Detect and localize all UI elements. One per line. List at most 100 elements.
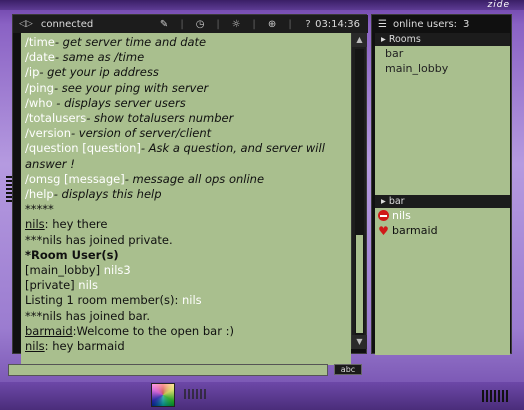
- side-grip-icon[interactable]: [6, 176, 12, 202]
- chat-line: /date- same as /time: [25, 50, 347, 65]
- current-room-header[interactable]: ▸ bar: [375, 195, 510, 208]
- online-users-header: ☰ online users: 3: [372, 15, 513, 33]
- connection-status: connected: [40, 18, 94, 30]
- message-input[interactable]: [8, 364, 328, 376]
- chat-line: *Room User(s): [25, 248, 347, 263]
- title-bar[interactable]: [0, 0, 524, 10]
- username-link[interactable]: nils: [25, 339, 45, 353]
- chat-line: ***nils has joined bar.: [25, 309, 347, 324]
- users-panel: ☰ online users: 3 ▸ Rooms bar main_lobby…: [371, 14, 513, 355]
- chat-log: /time- get server time and date/date- sa…: [21, 33, 351, 365]
- scroll-thumb[interactable]: [356, 235, 363, 333]
- room-members-list: ▸ bar nils ♥ barmaid: [375, 195, 510, 355]
- connection-plug-icon: ◁▷: [19, 19, 33, 29]
- grip-handle-icon[interactable]: [184, 389, 208, 399]
- chat-line: /time- get server time and date: [25, 35, 347, 50]
- status-bar: ◁▷ connected ✎ | ◷ | ☼ | ⊕ | ? 03:14:36: [13, 15, 368, 33]
- username-link[interactable]: nils: [25, 217, 45, 231]
- message-text: - displays server users: [52, 95, 186, 110]
- chat-line: /help- displays this help: [25, 187, 347, 202]
- message-text: [private]: [25, 278, 79, 293]
- online-users-count: 3: [463, 18, 470, 30]
- scroll-track[interactable]: [355, 49, 364, 335]
- message-text: *Room: [25, 247, 68, 262]
- chat-line: /ip- get your ip address: [25, 65, 347, 80]
- message-text: : hey barmaid: [44, 339, 125, 354]
- current-room-name: bar: [388, 196, 405, 207]
- command-text: /version: [25, 126, 71, 141]
- chat-line: /ping- see your ping with server: [25, 81, 347, 96]
- settings-icon[interactable]: ☼: [229, 19, 243, 30]
- message-text: nils: [78, 278, 98, 293]
- message-text: : hey there: [44, 217, 108, 232]
- chat-line: Listing 1 room member(s): nils: [25, 293, 347, 308]
- message-text: - get server time and date: [54, 35, 207, 49]
- room-item[interactable]: main_lobby: [375, 61, 510, 76]
- scroll-up-icon[interactable]: ▲: [352, 33, 367, 47]
- chat-line: nils: hey barmaid: [25, 339, 347, 354]
- message-text: *****: [25, 202, 54, 217]
- color-palette-button[interactable]: [151, 383, 175, 407]
- chat-line: barmaid:Welcome to the open bar :): [25, 324, 347, 339]
- clock-readout: 03:14:36: [315, 18, 360, 30]
- chat-line: [main_lobby] nils3: [25, 263, 347, 278]
- message-text: :Welcome to the open bar :): [72, 323, 234, 338]
- rooms-header[interactable]: ▸ Rooms: [375, 33, 510, 46]
- command-text: /ping: [25, 80, 54, 95]
- message-text: - same as /time: [54, 50, 145, 65]
- command-text: /help: [25, 187, 54, 202]
- username-link[interactable]: barmaid: [25, 324, 73, 338]
- rooms-title: Rooms: [388, 34, 421, 45]
- scroll-down-icon[interactable]: ▼: [352, 335, 367, 349]
- expand-triangle-icon: ▸: [381, 34, 386, 45]
- message-text: - version of server/client: [71, 126, 212, 141]
- message-text: - message all ops online: [124, 171, 265, 186]
- message-text: - show totalusers number: [86, 111, 234, 126]
- message-text: Listing 1 room member(s):: [25, 293, 182, 308]
- member-item[interactable]: ♥ barmaid: [375, 223, 510, 238]
- divider: |: [216, 18, 220, 30]
- divider: |: [288, 18, 292, 30]
- chat-line: [private] nils: [25, 278, 347, 293]
- member-item[interactable]: nils: [375, 208, 510, 223]
- message-text: User(s): [67, 247, 119, 262]
- room-item[interactable]: bar: [375, 46, 510, 61]
- chat-line: /omsg [message]- message all ops online: [25, 172, 347, 187]
- message-text: nils: [182, 293, 202, 308]
- abc-button[interactable]: abc: [334, 364, 362, 375]
- chat-line: *****: [25, 202, 347, 217]
- resize-grip-icon[interactable]: [482, 390, 510, 402]
- message-text: - displays this help: [53, 187, 162, 202]
- users-icon: ☰: [378, 18, 387, 30]
- chat-line: nils: hey there: [25, 217, 347, 232]
- command-text: /totalusers: [25, 111, 87, 126]
- command-text: /who: [25, 95, 53, 110]
- member-name: barmaid: [392, 224, 438, 237]
- divider: |: [252, 18, 256, 30]
- clock-icon[interactable]: ◷: [193, 19, 207, 30]
- chat-scrollbar[interactable]: ▲ ▼: [351, 33, 367, 349]
- help-icon[interactable]: ?: [301, 19, 315, 30]
- chat-line: ***nils has joined private.: [25, 233, 347, 248]
- chat-line: /question [question]- Ask a question, an…: [25, 141, 347, 171]
- message-text: [main_lobby]: [25, 263, 104, 278]
- bottom-bar: [0, 382, 524, 410]
- command-text: /question [question]: [25, 141, 141, 156]
- toolbar: ✎ | ◷ | ☼ | ⊕ | ?: [157, 19, 315, 30]
- divider: |: [180, 18, 184, 30]
- online-users-label: online users:: [392, 18, 458, 30]
- expand-triangle-icon: ▸: [381, 196, 386, 207]
- message-text: - get your ip address: [39, 65, 159, 80]
- message-text: ***nils has joined private.: [25, 232, 173, 247]
- command-text: /omsg [message]: [25, 171, 125, 186]
- chat-line: /version- version of server/client: [25, 126, 347, 141]
- app-brand: zide: [487, 0, 510, 10]
- brush-icon[interactable]: ✎: [157, 19, 171, 30]
- chat-line: /who - displays server users: [25, 96, 347, 111]
- target-icon[interactable]: ⊕: [265, 19, 279, 30]
- chat-line: /totalusers- show totalusers number: [25, 111, 347, 126]
- message-text: nils3: [103, 263, 131, 278]
- command-text: /time: [25, 35, 55, 49]
- member-name: nils: [392, 209, 411, 222]
- heart-icon: ♥: [378, 223, 389, 238]
